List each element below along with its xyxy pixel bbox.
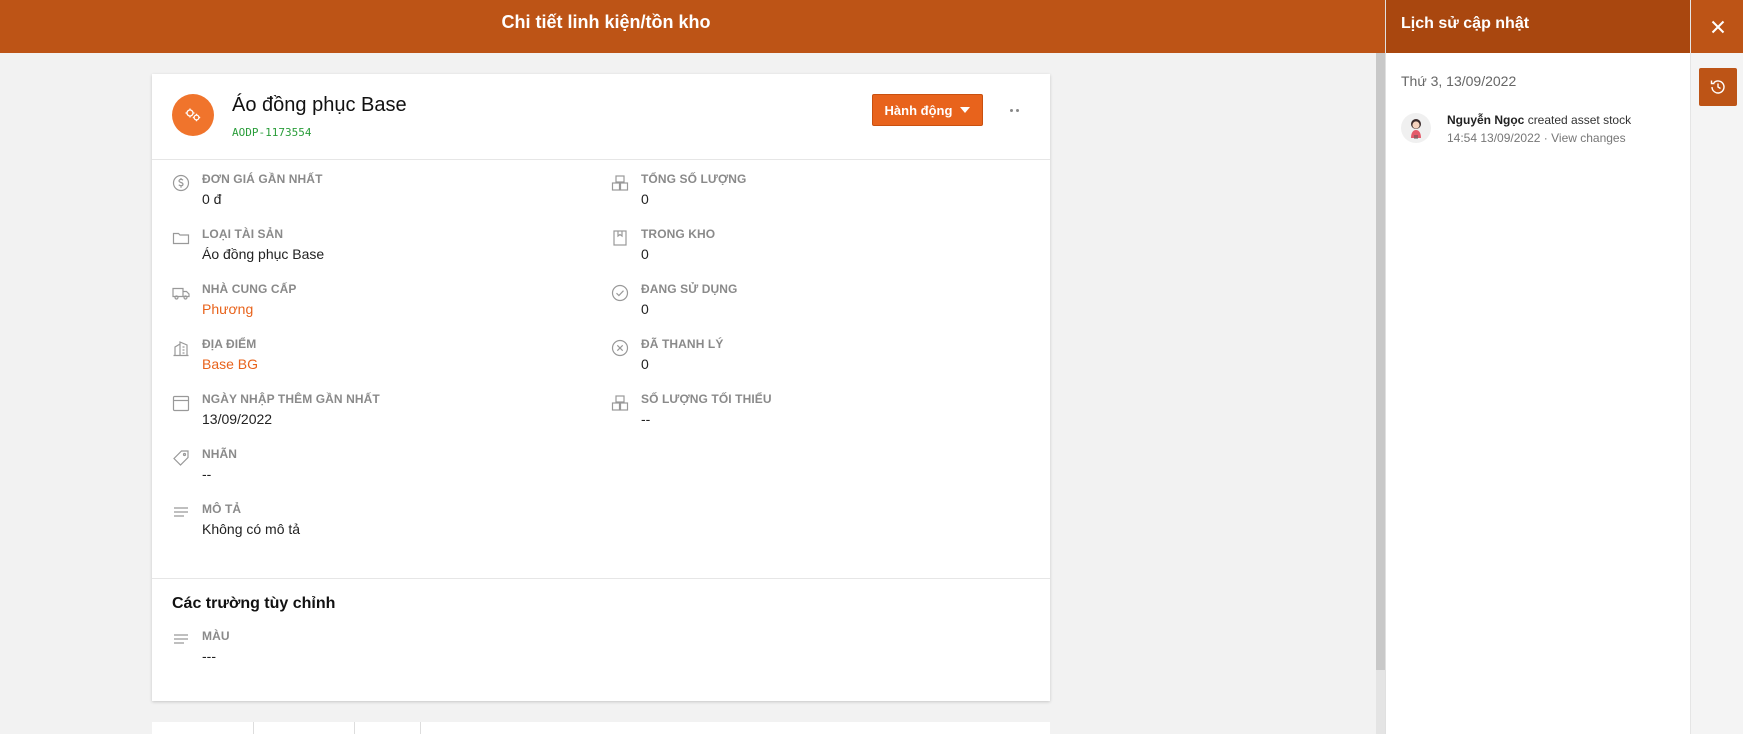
check-circle-icon <box>611 284 629 302</box>
field-minimum-quantity: Số lượng tối thiểu -- <box>611 392 991 432</box>
right-rail <box>1690 0 1743 734</box>
tag-icon <box>173 450 189 466</box>
field-asset-type: Loại tài sản Áo đồng phục Base <box>172 227 552 267</box>
field-label: Đơn giá gần nhất <box>202 172 323 186</box>
field-in-use: Đang sử dụng 0 <box>611 282 991 322</box>
gears-icon <box>185 108 201 122</box>
field-label: Nhãn <box>202 447 238 461</box>
custom-fields-title: Các trường tùy chỉnh <box>172 595 336 612</box>
tab-divider <box>354 722 355 734</box>
history-panel: Lịch sử cập nhật Thứ 3, 13/09/2022 Nguyễ… <box>1385 0 1690 734</box>
history-header: Lịch sử cập nhật <box>1386 0 1690 53</box>
history-user: Nguyễn Ngọc <box>1447 113 1525 127</box>
lines-icon <box>174 634 188 644</box>
avatar <box>1401 113 1431 143</box>
history-toggle-button[interactable] <box>1699 68 1737 106</box>
x-circle-icon <box>611 339 629 357</box>
field-description: Mô tả Không có mô tả <box>172 502 552 542</box>
field-value: 0 <box>641 191 649 207</box>
field-label: Đang sử dụng <box>641 282 738 296</box>
supplier-link[interactable]: Phương <box>202 301 253 317</box>
top-bar: Chi tiết linh kiện/tồn kho <box>0 0 1385 53</box>
field-label: Ngày nhập thêm gần nhất <box>202 392 380 406</box>
action-button[interactable]: Hành động <box>872 94 983 126</box>
field-location: Địa điểm Base BG <box>172 337 552 377</box>
folder-icon <box>172 232 190 245</box>
asset-fields: Đơn giá gần nhất 0 đ Loại tài sản Áo đồn… <box>152 160 1050 579</box>
history-separator: · <box>1543 131 1548 145</box>
truck-icon <box>172 287 190 300</box>
tab-strip <box>152 722 1050 734</box>
history-entry-meta: 14:54 13/09/2022 · View changes <box>1447 131 1626 145</box>
field-last-import-date: Ngày nhập thêm gần nhất 13/09/2022 <box>172 392 552 432</box>
history-time: 14:54 13/09/2022 <box>1447 131 1541 145</box>
field-value: 0 <box>641 246 649 262</box>
main-scrollbar[interactable] <box>1376 53 1385 734</box>
field-value: 0 <box>641 301 649 317</box>
tab-divider <box>253 722 254 734</box>
dot-icon <box>1015 108 1019 112</box>
close-icon <box>1711 20 1724 33</box>
field-label: Số lượng tối thiểu <box>641 392 772 406</box>
history-clock-icon <box>1710 80 1725 94</box>
custom-fields-section: Các trường tùy chỉnh Màu --- <box>152 579 1050 699</box>
field-color: Màu --- <box>172 629 552 669</box>
boxes-icon <box>611 395 629 411</box>
action-button-label: Hành động <box>884 102 953 118</box>
scrollbar-thumb[interactable] <box>1376 53 1385 670</box>
asset-avatar <box>172 94 214 136</box>
field-value: 13/09/2022 <box>202 411 273 427</box>
field-value: --- <box>202 648 216 664</box>
field-disposed: Đã thanh lý 0 <box>611 337 991 377</box>
field-value: -- <box>202 466 212 482</box>
field-label: Loại tài sản <box>202 227 284 241</box>
caret-down-icon <box>960 107 971 113</box>
location-link[interactable]: Base BG <box>202 356 258 372</box>
field-label: Nhà cung cấp <box>202 282 297 296</box>
history-action: created asset stock <box>1527 113 1632 127</box>
asset-name: Áo đồng phục Base <box>232 94 407 116</box>
card-header: Áo đồng phục Base AODP-1173554 Hành động <box>152 74 1050 160</box>
page-title: Chi tiết linh kiện/tồn kho <box>501 12 711 32</box>
field-tags: Nhãn -- <box>172 447 552 487</box>
field-unit-price: Đơn giá gần nhất 0 đ <box>172 172 552 212</box>
bookmark-icon <box>613 230 627 246</box>
asset-detail-card: Áo đồng phục Base AODP-1173554 Hành động… <box>152 74 1050 701</box>
field-label: Địa điểm <box>202 337 257 351</box>
tab-divider <box>420 722 421 734</box>
close-button[interactable] <box>1691 0 1743 53</box>
building-icon <box>173 341 189 357</box>
field-label: Trong kho <box>641 227 716 241</box>
field-total-quantity: Tổng số lượng 0 <box>611 172 991 212</box>
field-value: 0 <box>641 356 649 372</box>
field-value: -- <box>641 411 651 427</box>
field-label: Mô tả <box>202 502 242 516</box>
field-label: Đã thanh lý <box>641 337 724 351</box>
calendar-icon <box>172 395 190 412</box>
asset-code: AODP-1173554 <box>232 126 312 139</box>
dot-icon <box>1009 108 1013 112</box>
history-entry-text: Nguyễn Ngọc created asset stock <box>1447 113 1631 127</box>
field-in-stock: Trong kho 0 <box>611 227 991 267</box>
field-value: 0 đ <box>202 191 222 207</box>
field-label: Màu <box>202 629 230 643</box>
more-options-button[interactable] <box>1004 100 1024 120</box>
lines-icon <box>174 507 188 517</box>
user-avatar-icon <box>1411 119 1421 139</box>
view-changes-link[interactable]: View changes <box>1551 131 1626 145</box>
boxes-icon <box>611 175 629 191</box>
field-value: Không có mô tả <box>202 521 301 537</box>
dollar-circle-icon <box>172 174 190 192</box>
field-supplier: Nhà cung cấp Phương <box>172 282 552 322</box>
history-title: Lịch sử cập nhật <box>1401 15 1530 32</box>
history-entry: Nguyễn Ngọc created asset stock 14:54 13… <box>1401 111 1681 151</box>
field-value: Áo đồng phục Base <box>202 246 325 262</box>
history-date: Thứ 3, 13/09/2022 <box>1401 73 1517 89</box>
field-label: Tổng số lượng <box>641 172 747 186</box>
